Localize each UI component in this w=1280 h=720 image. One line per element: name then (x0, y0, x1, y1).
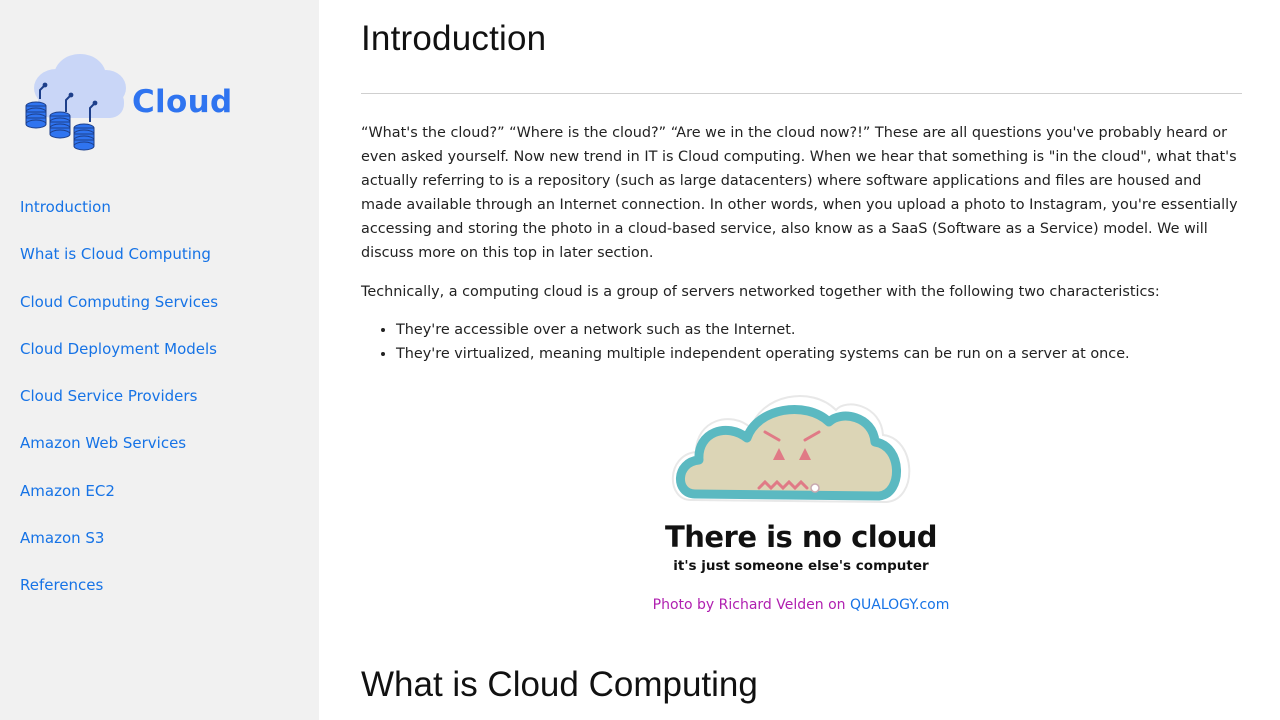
image-caption: Photo by Richard Velden on QUALOGY.com (361, 595, 1241, 615)
nav-introduction[interactable]: Introduction (20, 196, 111, 218)
list-item: They're virtualized, meaning multiple in… (396, 342, 1242, 366)
page-title: Introduction (361, 19, 547, 58)
intro-paragraph: “What's the cloud?” “Where is the cloud?… (361, 125, 1238, 261)
main-content: Introduction “What's the cloud?” “Where … (361, 0, 1242, 720)
nav-amazon-web-services[interactable]: Amazon Web Services (20, 432, 186, 454)
nav-what-is-cloud-computing[interactable]: What is Cloud Computing (20, 243, 211, 265)
cloud-database-icon (25, 54, 126, 151)
characteristics-paragraph: Technically, a computing cloud is a grou… (361, 284, 1160, 300)
brand-logo[interactable]: Cloud (22, 44, 282, 154)
list-item: They're accessible over a network such a… (396, 318, 1242, 342)
nav-amazon-s3[interactable]: Amazon S3 (20, 527, 104, 549)
brand-name: Cloud (132, 84, 233, 120)
caption-link[interactable]: QUALOGY.com (850, 597, 949, 613)
figure-headline: There is no cloud (664, 520, 938, 554)
title-divider (361, 93, 1242, 94)
section-heading: What is Cloud Computing (361, 665, 758, 704)
sidebar: Cloud Introduction What is Cloud Computi… (0, 0, 319, 720)
nav-amazon-ec2[interactable]: Amazon EC2 (20, 480, 115, 502)
nav-references[interactable]: References (20, 574, 103, 596)
figure-subline: it's just someone else's computer (673, 558, 929, 574)
nav-cloud-computing-services[interactable]: Cloud Computing Services (20, 291, 218, 313)
caption-credit: Photo by Richard Velden on (652, 597, 850, 613)
sidebar-nav: Introduction What is Cloud Computing Clo… (20, 196, 218, 622)
no-cloud-image: There is no cloud it's just someone else… (661, 380, 941, 590)
nav-cloud-service-providers[interactable]: Cloud Service Providers (20, 385, 197, 407)
nav-cloud-deployment-models[interactable]: Cloud Deployment Models (20, 338, 217, 360)
characteristics-list: They're accessible over a network such a… (361, 318, 1242, 366)
